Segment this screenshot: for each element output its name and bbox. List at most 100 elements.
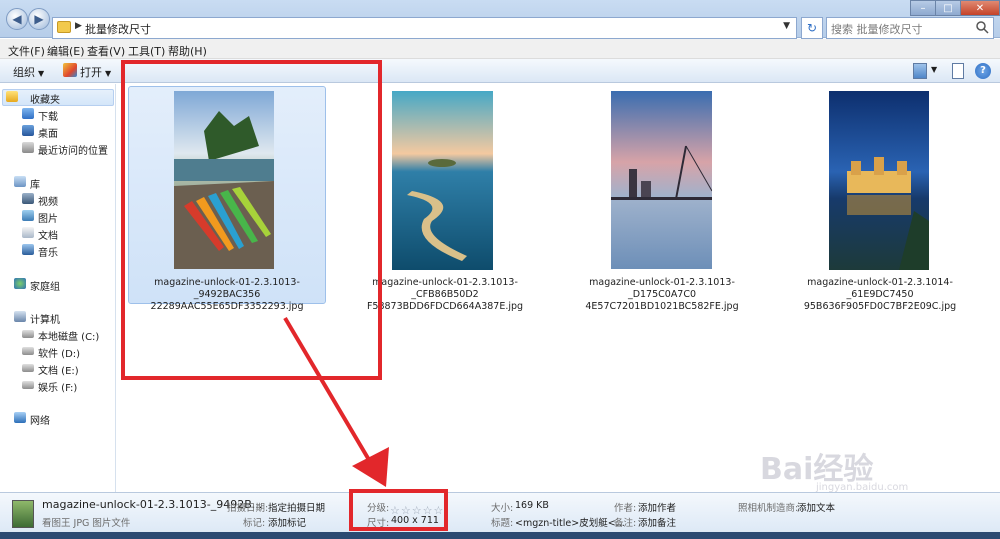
file-name-line-2: 4E57C7201BD1021BC582FE.jpg — [585, 301, 739, 312]
open-label: 打开 — [80, 66, 102, 79]
castle-photo — [829, 91, 929, 270]
nav-libraries-label: 库 — [30, 180, 40, 191]
menu-view[interactable]: 查看(V) — [87, 43, 125, 59]
address-dropdown-icon[interactable]: ▼ — [783, 21, 790, 31]
size-value: 169 KB — [515, 500, 549, 511]
nav-documents[interactable]: 文档 — [22, 225, 116, 242]
nav-libraries[interactable]: 库 — [14, 174, 114, 191]
close-button[interactable]: ✕ — [960, 0, 1000, 16]
help-icon[interactable]: ? — [975, 63, 991, 79]
nav-homegroup-label: 家庭组 — [30, 282, 60, 293]
comment-label: 备注: — [614, 518, 637, 529]
nav-pictures[interactable]: 图片 — [22, 208, 116, 225]
search-input[interactable]: 搜索 批量修改尺寸 — [826, 17, 994, 39]
documents-icon — [22, 227, 34, 238]
nav-drive-c[interactable]: 本地磁盘 (C:) — [22, 326, 116, 343]
menu-bar: 文件(F) 编辑(E) 查看(V) 工具(T) 帮助(H) — [0, 39, 1000, 59]
nav-favorites-label: 收藏夹 — [30, 95, 60, 106]
nav-drive-e[interactable]: 文档 (E:) — [22, 360, 116, 377]
nav-music[interactable]: 音乐 — [22, 242, 116, 259]
sandbar-photo — [392, 91, 493, 270]
nav-downloads[interactable]: 下载 — [22, 106, 116, 123]
camera-maker-label: 照相机制造商: — [738, 503, 799, 514]
pictures-icon — [22, 210, 34, 221]
preview-pane-icon[interactable] — [952, 63, 964, 79]
nav-drive-f-label: 娱乐 (F:) — [38, 383, 78, 394]
nav-recent-label: 最近访问的位置 — [38, 146, 108, 157]
nav-network[interactable]: 网络 — [14, 410, 114, 427]
comment-value[interactable]: 添加备注 — [638, 515, 676, 529]
tags-label: 标记: — [243, 518, 266, 529]
date-taken-label: 拍摄日期: — [227, 503, 269, 514]
nav-videos[interactable]: 视频 — [22, 191, 116, 208]
menu-help[interactable]: 帮助(H) — [168, 43, 207, 59]
annotation-box-dimensions — [349, 489, 448, 531]
file-name-line-2: 95B636F905FD0C7BF2E09C.jpg — [803, 301, 957, 312]
nav-drive-d[interactable]: 软件 (D:) — [22, 343, 116, 360]
folder-icon — [57, 21, 71, 33]
title-value[interactable]: <mgzn-title>皮划艇<... — [515, 515, 625, 529]
thumbnail-sandbar[interactable] — [392, 91, 493, 270]
minimize-button[interactable]: – — [910, 0, 936, 16]
nav-recent[interactable]: 最近访问的位置 — [22, 140, 116, 157]
tags-value[interactable]: 添加标记 — [268, 515, 306, 529]
nav-homegroup[interactable]: 家庭组 — [14, 276, 114, 293]
thumbnail-castle[interactable] — [829, 91, 929, 270]
date-taken-value[interactable]: 指定拍摄日期 — [268, 500, 325, 514]
chevron-down-icon[interactable]: ▼ — [931, 65, 937, 81]
nav-desktop-label: 桌面 — [38, 129, 58, 140]
size-label: 大小: — [491, 503, 514, 514]
homegroup-icon — [14, 278, 26, 289]
drive-icon — [22, 330, 34, 338]
star-icon — [6, 91, 18, 102]
file-name[interactable]: magazine-unlock-01-2.3.1014-_61E9DC7450 … — [775, 277, 985, 313]
change-view-icon[interactable] — [913, 63, 927, 79]
nav-drive-e-label: 文档 (E:) — [38, 366, 79, 377]
nav-videos-label: 视频 — [38, 197, 58, 208]
breadcrumb[interactable]: 批量修改尺寸 — [85, 21, 151, 37]
menu-file[interactable]: 文件(F) — [8, 43, 45, 59]
nav-drive-c-label: 本地磁盘 (C:) — [38, 332, 100, 343]
search-icon[interactable] — [975, 20, 989, 34]
nav-favorites[interactable]: 收藏夹 — [6, 89, 116, 106]
desktop-icon — [22, 125, 34, 136]
taskbar — [0, 532, 1000, 539]
chevron-down-icon: ▼ — [38, 69, 45, 78]
bridge-photo — [611, 91, 712, 269]
address-input[interactable]: ▶ 批量修改尺寸 ▼ — [52, 17, 797, 39]
download-icon — [22, 108, 34, 119]
thumbnail-bridge[interactable] — [611, 91, 712, 269]
author-label: 作者: — [614, 503, 637, 514]
music-icon — [22, 244, 34, 255]
address-bar-area: ◀ ▶ ▶ 批量修改尺寸 ▼ ↻ 搜索 批量修改尺寸 – □ ✕ — [0, 0, 1000, 39]
author-value[interactable]: 添加作者 — [638, 500, 676, 514]
nav-drive-f[interactable]: 娱乐 (F:) — [22, 377, 116, 394]
organize-button[interactable]: 组织 ▼ — [13, 64, 44, 80]
picture-viewer-icon — [63, 63, 77, 77]
nav-downloads-label: 下载 — [38, 112, 58, 123]
annotation-box-thumbnail — [121, 60, 382, 380]
network-icon — [14, 412, 26, 423]
chevron-down-icon: ▼ — [105, 69, 112, 78]
organize-label: 组织 — [13, 66, 35, 79]
nav-computer-label: 计算机 — [30, 315, 60, 326]
forward-button[interactable]: ▶ — [28, 8, 50, 30]
drive-icon — [22, 364, 34, 372]
search-placeholder: 搜索 批量修改尺寸 — [831, 23, 923, 36]
menu-edit[interactable]: 编辑(E) — [47, 43, 85, 59]
nav-desktop[interactable]: 桌面 — [22, 123, 116, 140]
open-button[interactable]: 打开 ▼ — [80, 64, 111, 80]
recent-places-icon — [22, 142, 34, 153]
nav-music-label: 音乐 — [38, 248, 58, 259]
nav-computer[interactable]: 计算机 — [14, 309, 114, 326]
maximize-button[interactable]: □ — [935, 0, 961, 16]
image-file-icon — [12, 500, 34, 528]
nav-network-label: 网络 — [30, 416, 50, 427]
refresh-button[interactable]: ↻ — [801, 17, 823, 39]
nav-documents-label: 文档 — [38, 231, 58, 242]
menu-tools[interactable]: 工具(T) — [128, 43, 165, 59]
file-name[interactable]: magazine-unlock-01-2.3.1013-_D175C0A7C0 … — [557, 277, 767, 313]
back-button[interactable]: ◀ — [6, 8, 28, 30]
camera-maker-value[interactable]: 添加文本 — [797, 500, 835, 514]
watermark-url: jingyan.baidu.com — [816, 482, 909, 493]
